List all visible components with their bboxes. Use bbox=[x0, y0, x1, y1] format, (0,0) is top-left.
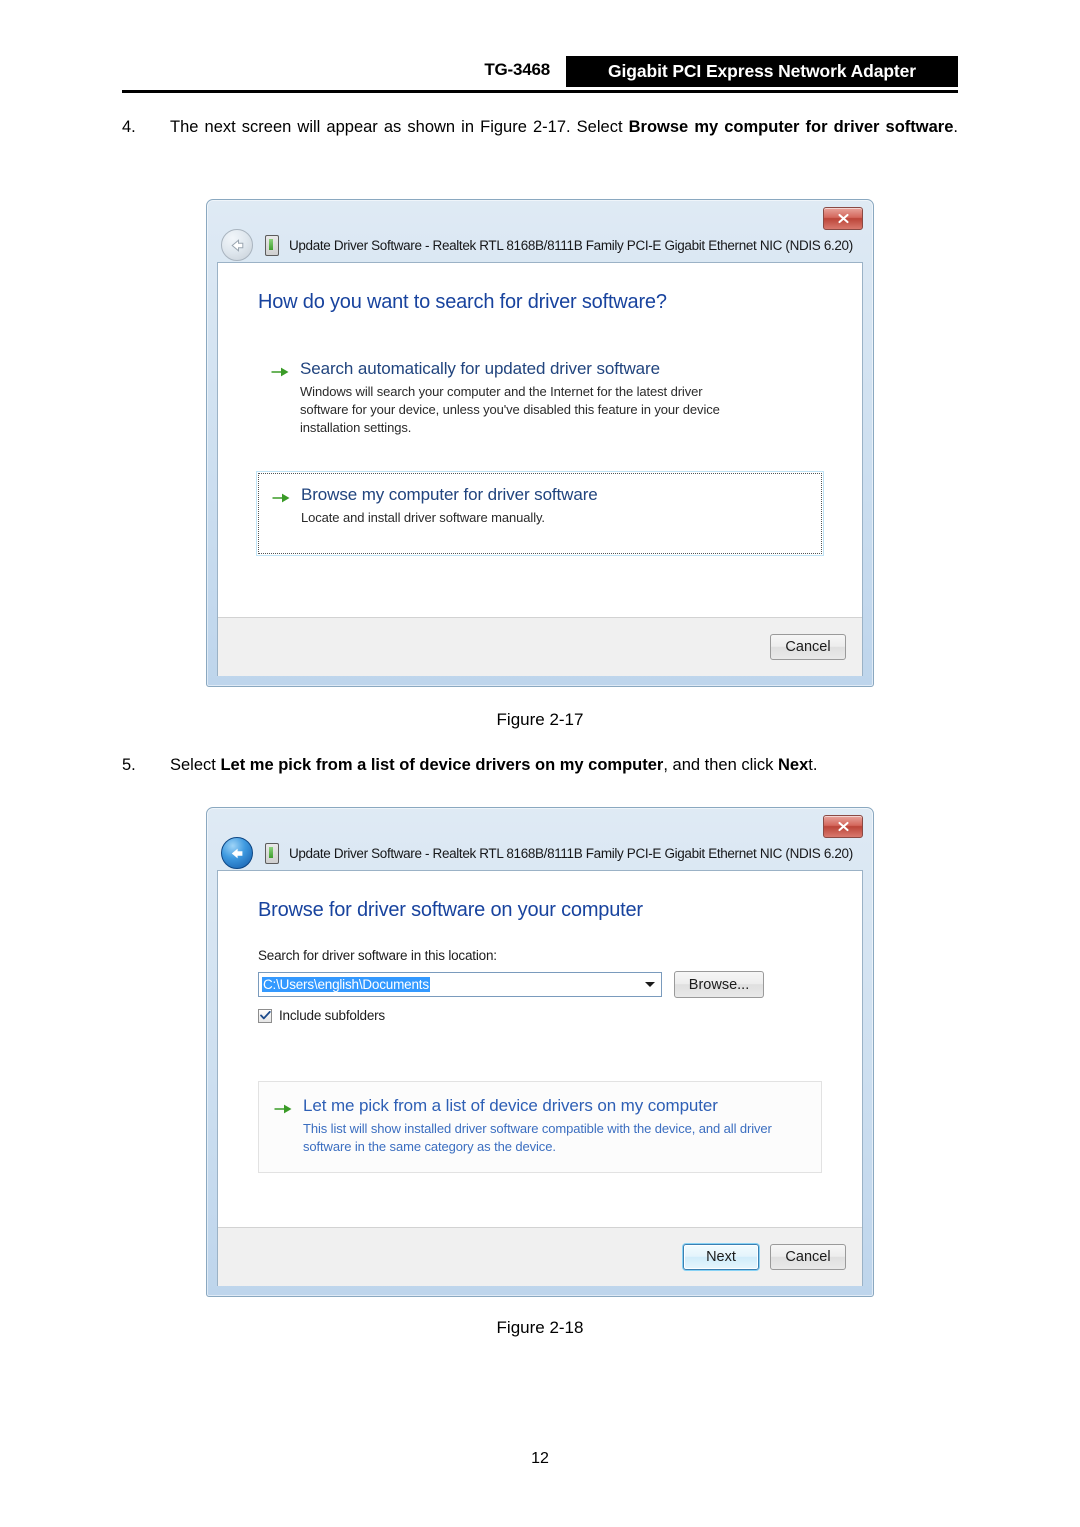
step-5-text-2: , and then click bbox=[663, 756, 778, 774]
step-5-number: 5. bbox=[122, 756, 136, 774]
green-arrow-icon bbox=[270, 362, 290, 382]
step-4: 4. The next screen will appear as shown … bbox=[122, 112, 958, 143]
page-number: 12 bbox=[531, 1450, 549, 1467]
chevron-down-icon[interactable] bbox=[639, 973, 661, 996]
dialog-1-nav-row: Update Driver Software - Realtek RTL 816… bbox=[207, 228, 873, 262]
option-search-automatically[interactable]: Search automatically for updated driver … bbox=[258, 348, 822, 449]
location-input-value: C:\Users\english\Documents bbox=[262, 977, 430, 992]
browse-button[interactable]: Browse... bbox=[674, 971, 764, 998]
next-button[interactable]: Next bbox=[683, 1244, 759, 1270]
option-let-me-pick-desc: This list will show installed driver sof… bbox=[303, 1121, 772, 1154]
dialog-1-titlebar: Update Driver Software - Realtek RTL 816… bbox=[207, 200, 873, 262]
dialog-2-content: Browse for driver software on your compu… bbox=[217, 870, 863, 1286]
option-search-automatically-desc: Windows will search your computer and th… bbox=[300, 384, 720, 435]
page-header: TG-3468 Gigabit PCI Express Network Adap… bbox=[122, 56, 958, 90]
back-arrow-icon[interactable] bbox=[221, 229, 253, 261]
device-icon bbox=[265, 234, 279, 256]
option-browse-my-computer-title: Browse my computer for driver software bbox=[301, 485, 598, 504]
include-subfolders-checkbox[interactable]: Include subfolders bbox=[258, 1008, 862, 1023]
header-rule bbox=[122, 90, 958, 93]
location-input[interactable]: C:\Users\english\Documents bbox=[259, 977, 639, 992]
dialog-1-content: How do you want to search for driver sof… bbox=[217, 262, 863, 676]
cancel-button[interactable]: Cancel bbox=[770, 634, 846, 660]
checkmark-icon bbox=[258, 1008, 272, 1023]
dialog-2-heading: Browse for driver software on your compu… bbox=[258, 899, 643, 921]
dialog-2-title: Update Driver Software - Realtek RTL 816… bbox=[289, 845, 853, 861]
location-row: C:\Users\english\Documents Browse... bbox=[258, 971, 862, 998]
option-let-me-pick[interactable]: Let me pick from a list of device driver… bbox=[258, 1081, 822, 1173]
cancel-button[interactable]: Cancel bbox=[770, 1244, 846, 1270]
location-combobox[interactable]: C:\Users\english\Documents bbox=[258, 972, 662, 997]
step-5-bold-1: Let me pick from a list of device driver… bbox=[220, 756, 664, 774]
dialog-2-titlebar: Update Driver Software - Realtek RTL 816… bbox=[207, 808, 873, 870]
green-arrow-icon bbox=[273, 1099, 293, 1119]
dialog-1-heading: How do you want to search for driver sof… bbox=[258, 291, 667, 313]
update-driver-software-dialog-2[interactable]: Update Driver Software - Realtek RTL 816… bbox=[206, 807, 874, 1297]
close-icon[interactable] bbox=[823, 815, 863, 838]
device-icon bbox=[265, 842, 279, 864]
dialog-1-title: Update Driver Software - Realtek RTL 816… bbox=[289, 237, 853, 253]
figure-2-17-caption: Figure 2-17 bbox=[496, 710, 584, 729]
location-label: Search for driver software in this locat… bbox=[258, 948, 497, 963]
update-driver-software-dialog-1[interactable]: Update Driver Software - Realtek RTL 816… bbox=[206, 199, 874, 687]
dialog-2-nav-row: Update Driver Software - Realtek RTL 816… bbox=[207, 836, 873, 870]
green-arrow-icon bbox=[271, 488, 291, 508]
header-product-band: Gigabit PCI Express Network Adapter bbox=[566, 56, 958, 87]
step-4-number: 4. bbox=[122, 118, 136, 136]
step-5-bold-2: Nex bbox=[778, 756, 809, 774]
dialog-2-footer: Next Cancel bbox=[218, 1227, 862, 1286]
back-arrow-icon[interactable] bbox=[221, 837, 253, 869]
option-browse-my-computer[interactable]: Browse my computer for driver software L… bbox=[256, 471, 824, 556]
step-5-text-3: t. bbox=[808, 756, 818, 774]
header-model-number: TG-3468 bbox=[484, 60, 550, 79]
dialog-1-footer: Cancel bbox=[218, 617, 862, 676]
step-5-text-1: Select bbox=[170, 756, 221, 774]
include-subfolders-label: Include subfolders bbox=[279, 1008, 385, 1023]
option-let-me-pick-title: Let me pick from a list of device driver… bbox=[303, 1096, 718, 1115]
step-5: 5. Select Let me pick from a list of dev… bbox=[122, 750, 958, 781]
option-search-automatically-title: Search automatically for updated driver … bbox=[300, 359, 660, 378]
option-browse-my-computer-desc: Locate and install driver software manua… bbox=[301, 510, 545, 525]
step-4-text-1: The next screen will appear as shown in … bbox=[170, 118, 629, 136]
figure-2-18-caption: Figure 2-18 bbox=[496, 1318, 584, 1337]
step-4-bold-1: Browse my computer for driver software bbox=[628, 118, 954, 136]
close-icon[interactable] bbox=[823, 207, 863, 230]
step-4-text-2: . bbox=[953, 118, 958, 136]
